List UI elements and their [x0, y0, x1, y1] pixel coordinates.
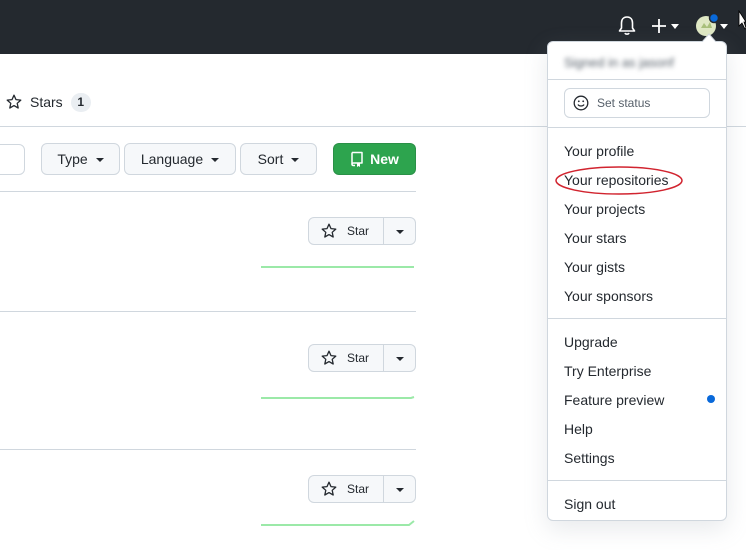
activity-sparkline	[261, 266, 414, 268]
star-icon	[6, 94, 22, 109]
sort-button[interactable]: Sort	[240, 143, 317, 175]
repo-icon	[351, 151, 363, 167]
bell-icon[interactable]	[617, 15, 637, 37]
star-button[interactable]: Star	[308, 217, 384, 245]
mouse-cursor-icon	[738, 10, 746, 30]
menu-item-your-stars[interactable]: Your stars	[564, 229, 627, 247]
language-filter-label: Language	[140, 151, 204, 167]
menu-item-your-gists[interactable]: Your gists	[564, 258, 625, 276]
caret-down-icon	[211, 158, 220, 162]
star-icon	[321, 350, 337, 365]
repo-search-input[interactable]	[0, 144, 25, 175]
menu-item-try-enterprise[interactable]: Try Enterprise	[564, 362, 651, 380]
new-repository-button[interactable]: New	[333, 143, 416, 175]
activity-sparkline	[261, 520, 415, 526]
user-dropdown-menu: Signed in as jasonf Set status Your prof…	[547, 41, 727, 521]
caret-down-icon	[395, 488, 404, 492]
star-list-dropdown-button[interactable]	[384, 475, 416, 503]
list-divider	[0, 191, 416, 192]
sort-label: Sort	[257, 151, 284, 167]
menu-item-your-projects[interactable]: Your projects	[564, 200, 645, 218]
menu-item-feature-preview[interactable]: Feature preview	[564, 391, 664, 409]
feature-preview-indicator-dot	[707, 395, 715, 403]
star-list-dropdown-button[interactable]	[384, 217, 416, 245]
star-button-label: Star	[347, 482, 370, 496]
caret-down-icon	[395, 230, 404, 234]
type-filter-label: Type	[57, 151, 88, 167]
menu-item-upgrade[interactable]: Upgrade	[564, 333, 618, 351]
star-list-dropdown-button[interactable]	[384, 344, 416, 372]
tab-stars[interactable]: Stars 1	[6, 90, 91, 114]
menu-divider	[548, 127, 726, 128]
star-button-group: Star	[308, 344, 416, 372]
menu-item-sign-out[interactable]: Sign out	[564, 495, 615, 513]
caret-down-icon	[291, 158, 300, 162]
menu-item-help[interactable]: Help	[564, 420, 593, 438]
plus-icon[interactable]	[650, 14, 684, 38]
star-icon	[321, 481, 337, 496]
star-button-label: Star	[347, 224, 370, 238]
star-button[interactable]: Star	[308, 344, 384, 372]
menu-divider	[548, 79, 726, 80]
star-button-label: Star	[347, 351, 370, 365]
list-divider	[0, 449, 416, 450]
activity-sparkline	[261, 396, 415, 399]
set-status-button[interactable]: Set status	[564, 88, 710, 118]
new-repository-label: New	[370, 151, 399, 167]
set-status-label: Set status	[597, 96, 651, 110]
menu-item-settings[interactable]: Settings	[564, 449, 615, 467]
menu-item-your-repositories[interactable]: Your repositories	[564, 171, 669, 189]
menu-divider	[548, 318, 726, 319]
type-filter-button[interactable]: Type	[41, 143, 120, 175]
menu-divider	[548, 480, 726, 481]
stars-count-badge: 1	[70, 92, 91, 112]
star-button-group: Star	[308, 475, 416, 503]
language-filter-button[interactable]: Language	[124, 143, 236, 175]
tab-stars-label: Stars	[30, 94, 63, 110]
star-button[interactable]: Star	[308, 475, 384, 503]
menu-pointer	[702, 33, 716, 42]
caret-down-icon	[395, 357, 404, 361]
list-divider	[0, 311, 416, 312]
signed-in-as-text: Signed in as jasonf	[564, 55, 674, 70]
menu-item-your-sponsors[interactable]: Your sponsors	[564, 287, 653, 305]
smiley-icon	[573, 95, 589, 111]
menu-item-your-profile[interactable]: Your profile	[564, 142, 634, 160]
caret-down-icon	[95, 158, 104, 162]
star-button-group: Star	[308, 217, 416, 245]
star-icon	[321, 223, 337, 238]
